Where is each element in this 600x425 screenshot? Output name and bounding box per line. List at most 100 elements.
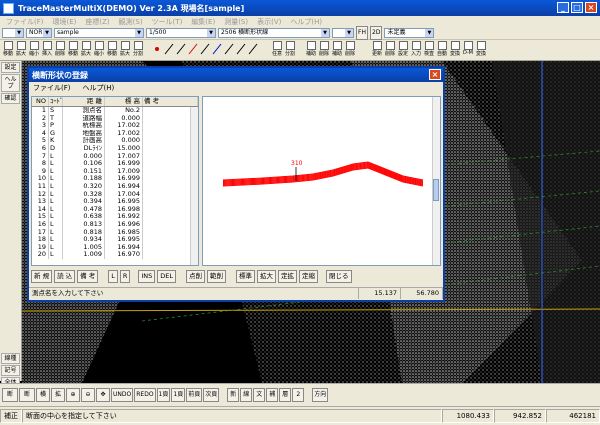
cell-no[interactable]: 18 (32, 236, 49, 244)
pan-icon[interactable]: ✥ (96, 388, 110, 402)
page-1b-button[interactable]: 1頁 (171, 388, 186, 402)
tool-delete-4[interactable]: 削除 (384, 40, 396, 59)
tool-convert-1[interactable]: 変換 (449, 40, 461, 59)
cell-dist[interactable]: 地盤高 (63, 129, 105, 138)
cross-section-plot[interactable]: 310 (202, 96, 441, 266)
cell-code[interactable]: L (49, 251, 63, 259)
tool-update[interactable]: 更新 (371, 40, 383, 59)
cell-no[interactable]: 10 (32, 175, 49, 183)
cell-dist[interactable]: 0.638 (63, 213, 105, 221)
cell-elev[interactable]: 16.970 (105, 251, 143, 259)
cell-elev[interactable]: 16.995 (105, 198, 143, 206)
cell-dist[interactable]: 0.151 (63, 167, 105, 176)
tool-settings[interactable]: 設定 (397, 40, 409, 59)
cell-no[interactable]: 11 (32, 182, 49, 191)
cell-code[interactable]: L (49, 160, 63, 168)
plot-scrollbar[interactable] (432, 97, 440, 265)
combo-layer[interactable]: NOR (26, 28, 52, 38)
left-confirm-button[interactable]: 確認 (1, 93, 20, 104)
combo-6[interactable] (332, 28, 354, 38)
cell-elev[interactable]: 0.000 (105, 137, 143, 145)
tool-aux-1[interactable]: 補助 (305, 40, 317, 59)
cell-elev[interactable]: 16.994 (105, 182, 143, 191)
cell-code[interactable]: L (49, 228, 63, 237)
table-scrollbar[interactable] (190, 107, 198, 265)
fixed-zoom-button[interactable]: 定拡 (278, 270, 298, 283)
menu-view[interactable]: 表示(V) (257, 17, 281, 27)
cell-code[interactable]: L (49, 152, 63, 161)
tool-delete-3[interactable]: 削除 (344, 40, 356, 59)
next-page-button[interactable]: 次頁 (203, 388, 220, 402)
cell-elev[interactable]: No.2 (105, 107, 143, 115)
cell-elev[interactable]: 17.009 (105, 167, 143, 176)
tool-delete-2[interactable]: 削除 (318, 40, 330, 59)
prev-page-button[interactable]: 前頁 (186, 388, 203, 402)
direction-button[interactable]: 方向 (312, 388, 329, 402)
cell-code[interactable]: T (49, 114, 63, 123)
del-button[interactable]: DEL (157, 270, 177, 283)
table-row[interactable]: 20 L 1.009 16.970 (32, 251, 198, 259)
cell-elev[interactable]: 16.996 (105, 220, 143, 229)
left-button[interactable]: L (108, 270, 118, 283)
combo-site[interactable]: sample (54, 28, 144, 38)
zoom-in-icon[interactable]: ⊕ (66, 388, 80, 402)
cell-no[interactable]: 13 (32, 198, 49, 206)
menu-survey[interactable]: 測量(S) (224, 17, 248, 27)
right-button[interactable]: R (119, 270, 131, 283)
menu-obs[interactable]: 観測(S) (119, 17, 143, 27)
cell-code[interactable]: L (49, 236, 63, 244)
cell-elev[interactable]: 0.000 (105, 114, 143, 123)
tool-shrink-1[interactable]: 縮小 (28, 40, 40, 59)
table-row[interactable]: 12 L 0.328 17.004 (32, 190, 198, 199)
cell-dist[interactable]: 0.106 (63, 160, 105, 168)
menu-tool[interactable]: ツール(T) (152, 17, 183, 27)
cell-code[interactable]: L (49, 167, 63, 176)
cell-code[interactable]: S (49, 107, 63, 115)
bottom-btn-1[interactable]: 断 (2, 388, 18, 402)
load-button[interactable]: 読 込 (54, 270, 76, 283)
cell-no[interactable]: 12 (32, 190, 49, 199)
tool-arbitrary[interactable]: 任意 (271, 40, 283, 59)
table-row[interactable]: 18 L 0.934 16.995 (32, 236, 198, 244)
table-row[interactable]: 10 L 0.188 16.999 (32, 175, 198, 183)
combo-line-type[interactable]: 2506 横断形状線 (218, 28, 330, 38)
cell-dist[interactable]: DLﾗｲﾝ (63, 144, 105, 153)
tool-split-2[interactable]: 分割 (284, 40, 296, 59)
cell-elev[interactable]: 17.002 (105, 122, 143, 130)
tool-input[interactable]: 入力 (410, 40, 422, 59)
bottom-btn-4[interactable]: 拡 (51, 388, 65, 402)
bottom-btn-3[interactable]: 横 (36, 388, 50, 402)
cell-code[interactable]: L (49, 190, 63, 199)
menu-edit[interactable]: 編集(E) (191, 17, 215, 27)
cell-no[interactable]: 3 (32, 122, 49, 130)
bottom-layer-button[interactable]: 層 (279, 388, 292, 402)
bottom-new-button[interactable]: 新 (227, 388, 240, 402)
point-delete-button[interactable]: 点削 (186, 270, 206, 283)
menu-help[interactable]: ヘルプ(H) (290, 17, 322, 27)
table-row[interactable]: 19 L 1.005 16.994 (32, 243, 198, 252)
tool-convert-2[interactable]: 変換 (475, 40, 487, 59)
table-row[interactable]: 1 S 測点名 No.2 (32, 107, 198, 115)
cell-code[interactable]: P (49, 122, 63, 130)
cell-dist[interactable]: 0.000 (63, 152, 105, 161)
left-symbol-button[interactable]: 記号 (1, 365, 20, 376)
bottom-aux-button[interactable]: 補 (266, 388, 279, 402)
cell-code[interactable]: L (49, 213, 63, 221)
cell-no[interactable]: 5 (32, 137, 49, 145)
table-row[interactable]: 9 L 0.151 17.009 (32, 167, 198, 176)
tool-move-1[interactable]: 移動 (2, 40, 14, 59)
table-row[interactable]: 4 G 地盤高 17.002 (32, 129, 198, 138)
table-row[interactable]: 6 D DLﾗｲﾝ 15.000 (32, 144, 198, 153)
cell-no[interactable]: 19 (32, 243, 49, 252)
cell-no[interactable]: 6 (32, 144, 49, 153)
zoom-button[interactable]: 拡大 (257, 270, 277, 283)
cell-code[interactable]: L (49, 243, 63, 252)
note-button[interactable]: 備 考 (77, 270, 99, 283)
cell-dist[interactable]: 杭標高 (63, 122, 105, 130)
combo-scale[interactable]: 1/500 (146, 28, 216, 38)
table-row[interactable]: 5 K 計画高 0.000 (32, 137, 198, 145)
close-dialog-button[interactable]: 閉じる (326, 270, 352, 283)
tool-zoom-2[interactable]: 拡大 (80, 40, 92, 59)
new-button[interactable]: 新 規 (31, 270, 53, 283)
cell-no[interactable]: 7 (32, 152, 49, 161)
